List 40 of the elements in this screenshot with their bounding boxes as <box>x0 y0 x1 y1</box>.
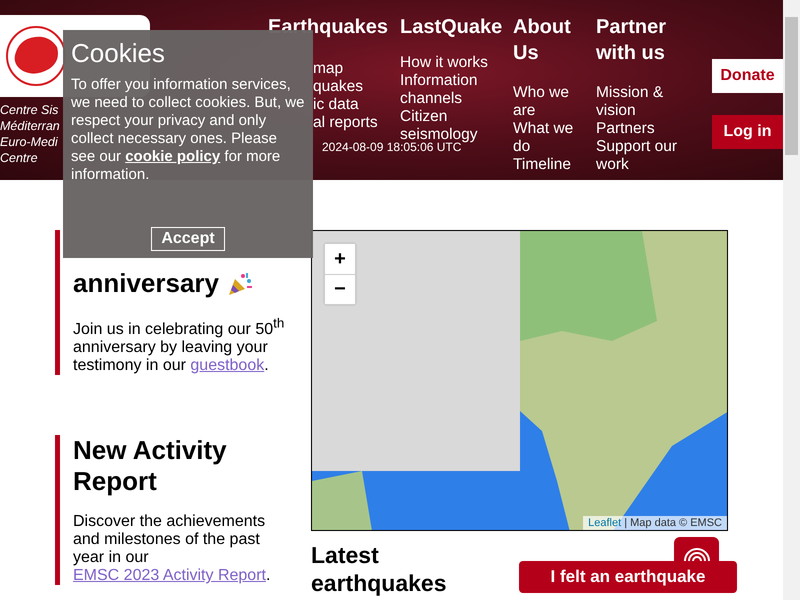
cookie-text: To offer you information services, we need to collect cookies. But, we respect your privacy and only collect necessary ones. Please see our cookie policy for more information. <box>71 76 305 184</box>
zoom-out-button[interactable]: − <box>325 274 355 304</box>
nav-menu-link[interactable]: ic data <box>313 96 400 114</box>
nav-heading-link[interactable]: About Us <box>513 14 586 66</box>
nav-menu-link[interactable]: al reports <box>313 114 400 132</box>
nav-menu-link[interactable]: What we do <box>513 120 586 156</box>
card-link[interactable]: guestbook <box>190 357 264 374</box>
section-heading: Latest earthquakes <box>311 541 448 597</box>
organization-name-text: Euro-Medi <box>0 134 58 150</box>
organization-name-text: Centre <box>0 150 38 166</box>
nav-menu-link[interactable]: How it works <box>400 54 513 72</box>
waves-icon <box>682 545 712 561</box>
nav-menu-link[interactable]: Timeline <box>513 156 586 174</box>
accept-button[interactable]: Accept <box>151 227 225 251</box>
felt-earthquake-button[interactable]: I felt an earthquake <box>519 561 737 593</box>
map[interactable]: + − Leaflet | Map data © EMSC <box>311 230 728 531</box>
nav-menu-link[interactable]: Who we are <box>513 84 586 120</box>
card-title: New Activity Report <box>73 435 228 498</box>
scrollbar[interactable] <box>783 0 800 600</box>
organization-name-text: Centre Sis <box>0 102 58 118</box>
card-text: Discover the achievements and milestones of the past year in our EMSC 2023 Activity Report. <box>73 513 272 586</box>
nav-menu-link[interactable]: Mission & vision <box>596 84 690 120</box>
cookie-title: Cookies <box>71 38 166 68</box>
nav-heading-link[interactable]: Partner with us <box>596 14 690 66</box>
nav-heading-link[interactable]: LastQuake <box>400 14 513 40</box>
nav-menu-link[interactable]: map <box>313 60 400 78</box>
nav-menu-link[interactable]: Information channels <box>400 72 513 108</box>
organization-name-text: Méditerran <box>0 118 60 134</box>
nav-menu-link[interactable]: Partners <box>596 120 690 138</box>
login-button[interactable]: Log in <box>712 115 783 149</box>
nav-heading-link[interactable]: Earthquakes <box>268 14 400 40</box>
card-text: Join us in celebrating our 50$^{th}$ anniversary by leaving your testimony in our guestbook. <box>73 315 286 376</box>
leaflet-link[interactable]: Leaflet <box>588 517 622 529</box>
cookie-policy-link[interactable]: cookie policy <box>125 148 220 165</box>
nav-menu-link[interactable]: Support our work <box>596 138 690 174</box>
map-attribution: Leaflet | Map data © EMSC <box>583 516 727 530</box>
card-link[interactable]: EMSC 2023 Activity Report <box>73 567 266 584</box>
card-title: anniversary <box>73 268 219 299</box>
donate-button[interactable]: Donate <box>712 59 783 93</box>
nav-menu-link[interactable]: quakes <box>313 78 400 96</box>
